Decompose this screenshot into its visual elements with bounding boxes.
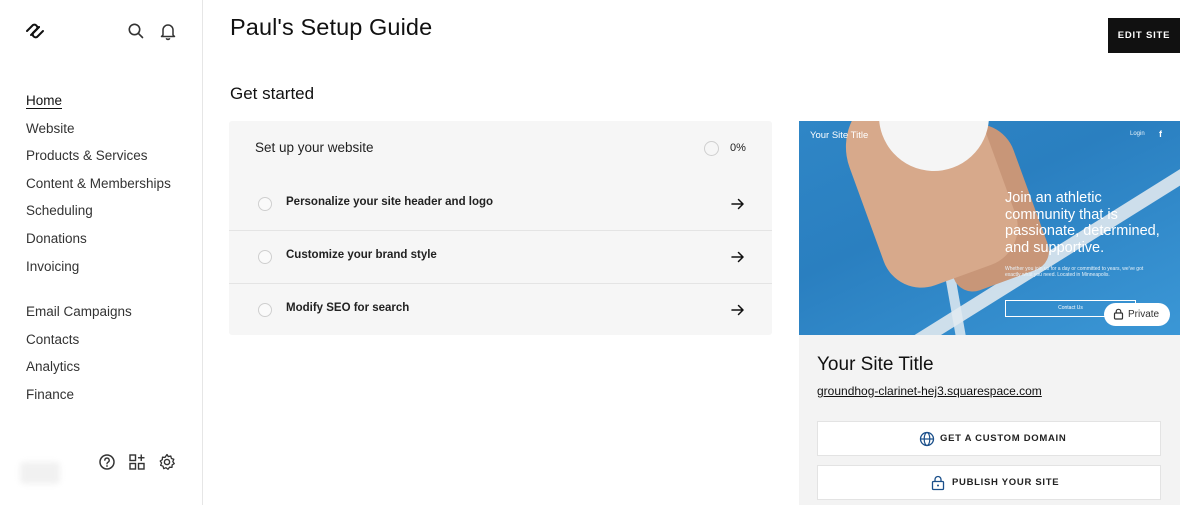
nav-item-scheduling[interactable]: Scheduling [26,200,171,228]
nav-item-donations[interactable]: Donations [26,228,171,256]
preview-headline: Join an athletic community that is passi… [1005,190,1160,256]
page-title: Paul's Setup Guide [230,14,433,40]
setup-checklist: Set up your website 0% Personalize your … [229,121,772,335]
help-icon[interactable] [97,452,117,472]
custom-domain-label: GET A CUSTOM DOMAIN [940,433,1067,444]
arrow-right-icon[interactable] [729,248,747,266]
lock-icon [1113,308,1124,320]
bell-icon[interactable] [158,21,178,41]
nav-item-website[interactable]: Website [26,118,171,146]
settings-icon[interactable] [157,452,177,472]
globe-icon [919,431,935,447]
arrow-right-icon[interactable] [729,301,747,319]
nav-item-products-services[interactable]: Products & Services [26,145,171,173]
main-nav: Home Website Products & Services Content… [26,90,171,283]
search-icon[interactable] [126,21,146,41]
site-url-link[interactable]: groundhog-clarinet-hej3.squarespace.com [817,384,1042,398]
task-label: Personalize your site header and logo [286,196,494,208]
private-badge[interactable]: Private [1104,303,1170,326]
secondary-nav: Email Campaigns Contacts Analytics Finan… [26,301,132,411]
nav-item-finance[interactable]: Finance [26,384,132,412]
preview-site-title: Your Site Title [810,130,869,141]
nav-item-invoicing[interactable]: Invoicing [26,256,171,284]
site-preview-image[interactable]: Your Site Title Login f Join an athletic… [799,121,1180,335]
nav-item-home[interactable]: Home [26,90,171,118]
nav-item-email-campaigns[interactable]: Email Campaigns [26,301,132,329]
progress-ring-icon [704,141,719,156]
preview-subtext: Whether you join us for a day or committ… [1005,266,1144,279]
task-radio[interactable] [258,197,272,211]
progress-value: 0% [730,142,746,154]
task-personalize-header[interactable]: Personalize your site header and logo [229,176,772,228]
checklist-title: Set up your website [255,140,374,155]
site-title: Your Site Title [817,354,934,375]
task-radio[interactable] [258,303,272,317]
facebook-icon: f [1159,129,1162,139]
site-preview-card: Your Site Title Login f Join an athletic… [799,121,1180,505]
lock-icon [931,475,945,491]
publish-label: PUBLISH YOUR SITE [952,477,1060,488]
nav-item-contacts[interactable]: Contacts [26,329,132,357]
apps-icon[interactable] [127,452,147,472]
arrow-right-icon[interactable] [729,195,747,213]
task-brand-style[interactable]: Customize your brand style [229,229,772,281]
task-radio[interactable] [258,250,272,264]
nav-item-analytics[interactable]: Analytics [26,356,132,384]
preview-login-link: Login [1130,131,1145,137]
task-label: Customize your brand style [286,249,437,261]
custom-domain-button[interactable]: GET A CUSTOM DOMAIN [817,421,1161,456]
publish-site-button[interactable]: PUBLISH YOUR SITE [817,465,1161,500]
squarespace-logo-icon[interactable] [24,20,46,42]
section-title: Get started [230,84,315,103]
task-label: Modify SEO for search [286,302,410,314]
task-seo[interactable]: Modify SEO for search [229,282,772,334]
nav-item-content-memberships[interactable]: Content & Memberships [26,173,171,201]
sidebar: Home Website Products & Services Content… [0,0,203,505]
private-label: Private [1128,309,1160,320]
avatar[interactable] [20,462,60,484]
edit-site-button[interactable]: EDIT SITE [1108,18,1180,53]
